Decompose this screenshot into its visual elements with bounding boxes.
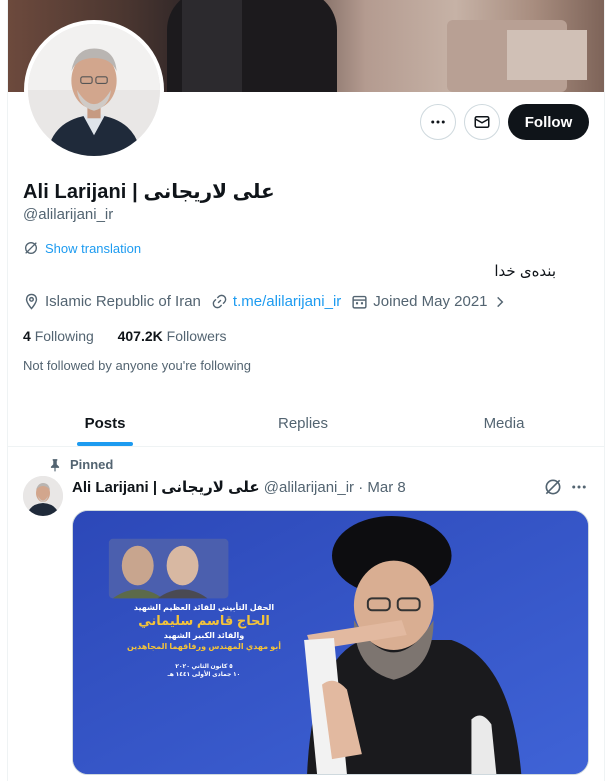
chevron-right-icon: [496, 296, 503, 307]
follow-stats: 4 Following 407.2K Followers: [23, 328, 227, 344]
tweet-separator: ·: [358, 479, 364, 496]
joined-item[interactable]: Joined May 2021: [351, 293, 506, 310]
grok-icon[interactable]: [543, 477, 563, 497]
link-icon: [212, 294, 227, 309]
follow-button[interactable]: Follow: [508, 104, 589, 140]
media-caption-line3: والقائد الكبير الشهيد: [163, 631, 245, 640]
dots-icon[interactable]: [570, 478, 588, 496]
mail-icon: [474, 116, 490, 128]
location-text: Islamic Republic of Iran: [45, 293, 201, 310]
pinned-label: Pinned: [70, 457, 114, 472]
calendar-icon: [352, 295, 367, 309]
pinned-indicator: Pinned: [48, 457, 113, 472]
location-icon: [25, 293, 38, 310]
location-item: Islamic Republic of Iran: [23, 293, 201, 310]
joined-text: Joined May 2021: [373, 293, 488, 310]
pin-icon: [50, 458, 60, 471]
more-icon: [431, 120, 445, 124]
message-button[interactable]: [464, 104, 500, 140]
grok-icon: [25, 242, 37, 254]
media-caption-line4: أبو مهدي المهندس ورفاقهما المجاهدين: [126, 642, 282, 651]
show-translation-link[interactable]: Show translation: [23, 240, 141, 256]
profile-meta: Islamic Republic of Iran t.me/alilarijan…: [23, 293, 517, 310]
tab-replies[interactable]: Replies: [203, 400, 403, 446]
tweet-author-handle[interactable]: @alilarijani_ir: [264, 479, 354, 496]
tweet-media-image[interactable]: الحفل التأبيني للقائد العظيم الشهيد الحا…: [72, 510, 589, 775]
tweet-author-name[interactable]: Ali Larijani | علی لاریجانی: [72, 479, 260, 496]
following-label: Following: [34, 328, 94, 344]
show-translation-label: Show translation: [45, 240, 142, 256]
tab-posts[interactable]: Posts: [7, 400, 203, 446]
media-caption-line5: ٥ كانون الثاني ٢٠٢٠: [175, 664, 233, 670]
tweet-header: Ali Larijani | علی لاریجانی @alilarijani…: [72, 478, 406, 496]
profile-bio: بنده‌ی خدا: [494, 263, 556, 280]
website-item[interactable]: t.me/alilarijani_ir: [211, 293, 341, 310]
following-count: 4: [23, 328, 31, 344]
following-stat[interactable]: 4 Following: [23, 328, 94, 344]
website-link[interactable]: t.me/alilarijani_ir: [233, 293, 341, 310]
followers-stat[interactable]: 407.2K Followers: [118, 328, 227, 344]
tab-media[interactable]: Media: [403, 400, 605, 446]
profile-avatar[interactable]: [24, 20, 164, 160]
media-caption-line2: الحاج قاسم سليماني: [138, 613, 270, 628]
tweet-date[interactable]: Mar 8: [367, 479, 405, 496]
tweet-author-avatar[interactable]: [23, 476, 63, 516]
profile-page: Follow Ali Larijani | علی لاریجانی @alil…: [0, 0, 613, 781]
more-options-button[interactable]: [420, 104, 456, 140]
user-handle: @alilarijani_ir: [23, 206, 114, 223]
profile-tabs: Posts Replies Media: [7, 400, 605, 447]
display-name: Ali Larijani | علی لاریجانی: [23, 181, 275, 203]
not-followed-note: Not followed by anyone you're following: [23, 358, 251, 373]
followers-count: 407.2K: [117, 328, 163, 344]
media-caption-line6: ١٠ جمادى الأولى ١٤٤١ هـ: [167, 672, 241, 678]
media-caption-line1: الحفل التأبيني للقائد العظيم الشهيد: [133, 603, 275, 612]
followers-label: Followers: [166, 328, 227, 344]
